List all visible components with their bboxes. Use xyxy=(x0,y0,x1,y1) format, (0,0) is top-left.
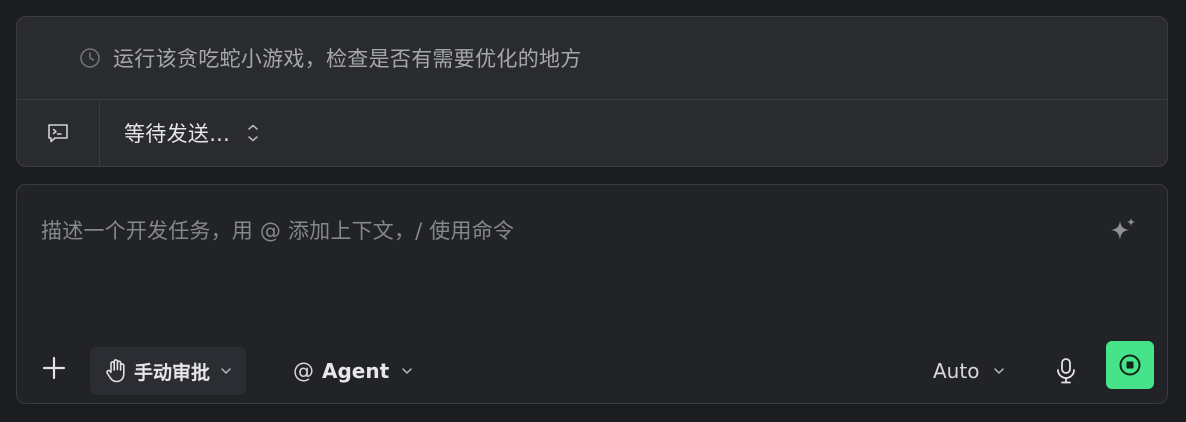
queued-message-panel: 运行该贪吃蛇小游戏，检查是否有需要优化的地方 等待发送... xyxy=(16,16,1168,167)
plus-icon[interactable] xyxy=(41,355,67,381)
hand-icon xyxy=(104,358,128,384)
model-label: Auto xyxy=(933,359,980,383)
approval-mode-label: 手动审批 xyxy=(134,361,211,384)
at-icon: @ xyxy=(293,359,314,383)
pending-status: 等待发送... xyxy=(124,122,231,146)
pending-row: 等待发送... xyxy=(17,100,1167,166)
clock-icon xyxy=(79,47,101,69)
chevron-down-icon xyxy=(993,367,1005,375)
prompt-input[interactable] xyxy=(41,211,1081,251)
chevron-up-down-icon[interactable] xyxy=(246,123,260,143)
approval-mode-dropdown[interactable]: 手动审批 xyxy=(90,347,247,395)
composer: 手动审批 @ Agent Auto xyxy=(16,184,1168,404)
stop-icon xyxy=(1118,353,1142,377)
stop-button[interactable] xyxy=(1106,341,1154,389)
terminal-icon xyxy=(46,122,70,144)
agent-mode-dropdown[interactable]: @ Agent xyxy=(289,347,417,395)
chevron-down-icon xyxy=(401,367,413,375)
model-selector[interactable]: Auto xyxy=(933,347,1005,395)
queued-message-row[interactable]: 运行该贪吃蛇小游戏，检查是否有需要优化的地方 xyxy=(17,17,1167,100)
sparkle-icon[interactable] xyxy=(1107,215,1139,247)
queued-message-text: 运行该贪吃蛇小游戏，检查是否有需要优化的地方 xyxy=(113,47,582,71)
chevron-down-icon xyxy=(220,367,232,375)
composer-toolbar: 手动审批 @ Agent Auto xyxy=(17,341,1167,403)
agent-mode-label: Agent xyxy=(322,359,390,383)
microphone-icon[interactable] xyxy=(1053,355,1079,387)
terminal-button[interactable] xyxy=(17,100,100,166)
